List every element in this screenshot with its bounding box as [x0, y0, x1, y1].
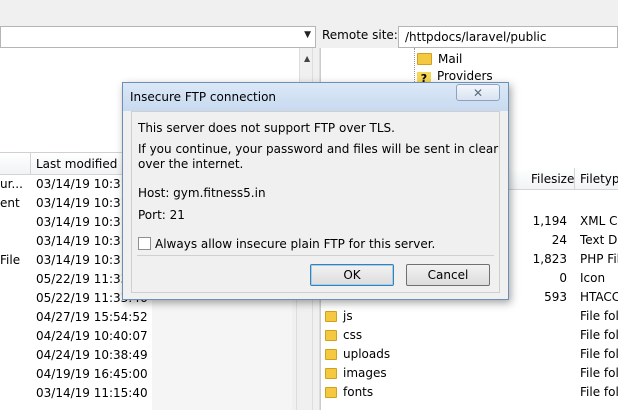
close-icon: ✕: [472, 86, 484, 100]
file-name: js: [325, 309, 353, 323]
warning-message: This server does not support FTP over TL…: [138, 121, 395, 135]
warning-detail: If you continue, your password and files…: [138, 142, 499, 171]
column-header-filename[interactable]: [0, 153, 31, 175]
port-info: Port: 21: [138, 208, 185, 222]
folder-icon: [325, 311, 337, 322]
file-type: File fold: [580, 328, 618, 342]
remote-path-input[interactable]: /httpdocs/laravel/public: [398, 26, 618, 48]
dialog-body: This server does not support FTP over TL…: [131, 111, 500, 293]
table-row[interactable]: 03/14/19 11:15:40: [0, 384, 152, 403]
table-row[interactable]: images File fold: [321, 364, 618, 383]
dialog-title: Insecure FTP connection: [130, 90, 277, 104]
file-name: ur...: [0, 177, 22, 191]
folder-icon: [325, 330, 337, 341]
tree-connector: [414, 48, 415, 86]
table-row[interactable]: 04/24/19 10:38:49: [0, 346, 152, 365]
table-row[interactable]: 04/27/19 15:54:52: [0, 308, 152, 327]
tree-item-label: Providers: [437, 69, 493, 83]
file-type: HTACC: [580, 290, 618, 304]
file-size: 1,194: [532, 214, 567, 228]
file-size: 593: [544, 290, 567, 304]
file-type: File fold: [580, 385, 618, 399]
table-row[interactable]: css File fold: [321, 326, 618, 345]
table-row[interactable]: 04/24/19 10:40:07: [0, 327, 152, 346]
last-modified: 03/14/19 11:15:40: [36, 386, 148, 400]
file-size: 24: [551, 233, 567, 247]
table-row[interactable]: uploads File fold: [321, 345, 618, 364]
remote-site-label: Remote site:: [322, 28, 398, 42]
chevron-down-icon[interactable]: ▼: [304, 30, 311, 40]
last-modified: 04/27/19 15:54:52: [36, 310, 148, 324]
file-name: uploads: [325, 347, 390, 361]
host-info: Host: gym.fitness5.in: [138, 186, 266, 200]
file-type: XML Co: [580, 214, 618, 228]
dialog-titlebar[interactable]: Insecure FTP connection ✕: [123, 83, 508, 111]
folder-icon: [325, 349, 337, 360]
file-name-text: js: [343, 309, 353, 323]
last-modified: 04/24/19 10:38:49: [36, 348, 148, 362]
ok-button[interactable]: OK: [310, 264, 394, 286]
scroll-up-icon[interactable]: ▲: [304, 54, 310, 63]
file-name: File: [0, 253, 21, 267]
file-type: File fold: [580, 309, 618, 323]
file-name: ent: [0, 196, 20, 210]
table-row[interactable]: 04/19/19 16:45:00: [0, 365, 152, 384]
file-type: File fold: [580, 366, 618, 380]
file-type: Text Do: [580, 233, 618, 247]
checkbox[interactable]: [138, 237, 151, 250]
always-allow-checkbox[interactable]: Always allow insecure plain FTP for this…: [138, 237, 435, 251]
file-name: css: [325, 328, 362, 342]
cancel-button[interactable]: Cancel: [406, 264, 490, 286]
file-name: images: [325, 366, 387, 380]
column-header-filesize[interactable]: Filesize: [531, 172, 574, 186]
file-name-text: uploads: [343, 347, 391, 361]
tree-item-mail[interactable]: Mail: [417, 52, 462, 66]
checkbox-label[interactable]: Always allow insecure plain FTP for this…: [155, 237, 435, 251]
folder-icon: [325, 368, 337, 379]
file-type: Icon: [580, 271, 606, 285]
file-name-text: css: [343, 328, 363, 342]
table-row[interactable]: fonts File fold: [321, 383, 618, 402]
file-size: 1,823: [532, 252, 567, 266]
folder-icon: [417, 53, 432, 65]
file-type: PHP Fil: [580, 252, 618, 266]
last-modified: 04/24/19 10:40:07: [36, 329, 148, 343]
tree-item-label: Mail: [438, 52, 463, 66]
column-divider[interactable]: [574, 168, 575, 190]
divider: [137, 255, 494, 256]
column-header-filetype[interactable]: Filetype: [580, 172, 618, 186]
file-name-text: fonts: [343, 385, 374, 399]
local-path-combobox[interactable]: ▼: [0, 26, 316, 48]
file-name-text: images: [343, 366, 387, 380]
close-button[interactable]: ✕: [456, 84, 500, 101]
file-type: File fold: [580, 347, 618, 361]
file-name: fonts: [325, 385, 373, 399]
table-row[interactable]: js File fold: [321, 307, 618, 326]
last-modified: 04/19/19 16:45:00: [36, 367, 148, 381]
folder-icon: [325, 387, 337, 398]
column-header-last-modified[interactable]: Last modified: [36, 157, 117, 171]
file-size: 0: [559, 271, 567, 285]
insecure-ftp-dialog: Insecure FTP connection ✕ This server do…: [122, 82, 509, 300]
